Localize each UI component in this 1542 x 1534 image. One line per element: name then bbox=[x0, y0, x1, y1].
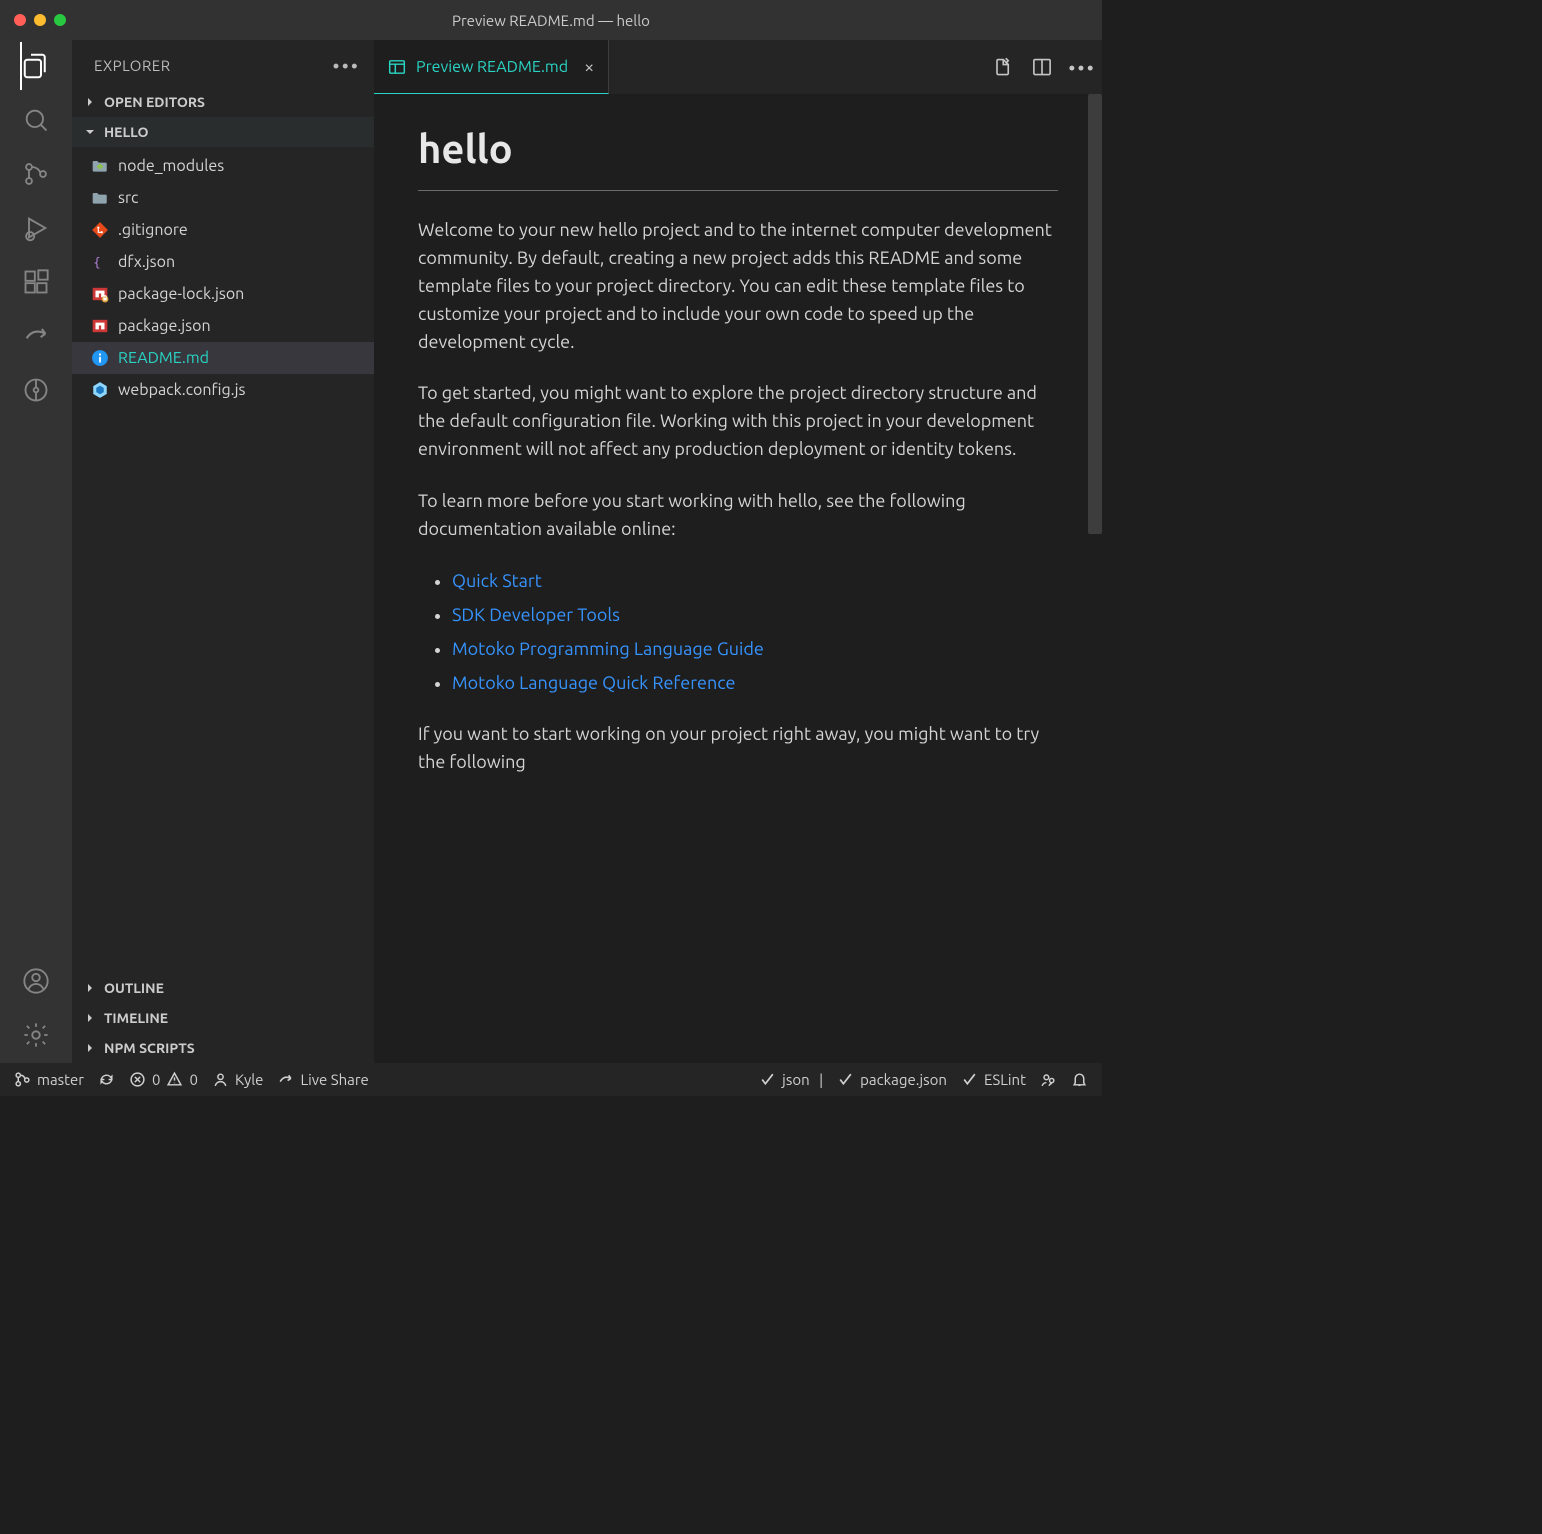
open-changes-icon[interactable] bbox=[982, 40, 1022, 94]
status-bar: master 0 0 Kyle Live Share json | packag… bbox=[0, 1063, 1102, 1096]
tree-item-label: node_modules bbox=[118, 157, 224, 175]
doc-link[interactable]: SDK Developer Tools bbox=[452, 605, 620, 625]
tree-item-label: package.json bbox=[118, 317, 211, 335]
list-item: Motoko Language Quick Reference bbox=[452, 670, 1058, 698]
share-icon[interactable] bbox=[20, 320, 52, 352]
explorer-icon[interactable] bbox=[20, 50, 52, 82]
status-warnings-count: 0 bbox=[189, 1071, 197, 1088]
tab-bar: Preview README.md × ••• bbox=[374, 40, 1102, 94]
section-npm-scripts[interactable]: NPM SCRIPTS bbox=[72, 1033, 374, 1063]
status-eslint-label: ESLint bbox=[984, 1071, 1026, 1088]
gitlens-icon[interactable] bbox=[20, 374, 52, 406]
source-control-icon[interactable] bbox=[20, 158, 52, 190]
status-bell-icon[interactable] bbox=[1071, 1071, 1088, 1088]
split-editor-icon[interactable] bbox=[1022, 40, 1062, 94]
section-timeline[interactable]: TIMELINE bbox=[72, 1003, 374, 1033]
sidebar: EXPLORER ••• OPEN EDITORS HELLO node_mod… bbox=[72, 40, 374, 1063]
status-liveshare[interactable]: Live Share bbox=[277, 1071, 368, 1088]
file-icon bbox=[90, 316, 110, 336]
status-json[interactable]: json | bbox=[759, 1071, 823, 1088]
tree-item-label: .gitignore bbox=[118, 221, 188, 239]
extensions-icon[interactable] bbox=[20, 266, 52, 298]
markdown-preview[interactable]: hello Welcome to your new hello project … bbox=[374, 94, 1102, 1063]
editor-area: Preview README.md × ••• hello Welcome to… bbox=[374, 40, 1102, 1063]
status-package-label: package.json bbox=[860, 1071, 947, 1088]
tab-more-icon[interactable]: ••• bbox=[1062, 40, 1102, 94]
status-json-label: json bbox=[782, 1071, 810, 1088]
vertical-scrollbar[interactable] bbox=[1088, 94, 1102, 534]
doc-link[interactable]: Motoko Language Quick Reference bbox=[452, 673, 735, 693]
search-icon[interactable] bbox=[20, 104, 52, 136]
list-item: Quick Start bbox=[452, 568, 1058, 596]
status-liveshare-label: Live Share bbox=[300, 1071, 368, 1088]
file-icon: { } bbox=[90, 252, 110, 272]
status-package[interactable]: package.json bbox=[837, 1071, 947, 1088]
activity-bar bbox=[0, 40, 72, 1063]
tree-item-label: README.md bbox=[118, 349, 209, 367]
file-icon bbox=[90, 220, 110, 240]
status-branch[interactable]: master bbox=[14, 1071, 84, 1088]
tree-item-label: webpack.config.js bbox=[118, 381, 245, 399]
status-errors-count: 0 bbox=[152, 1071, 160, 1088]
tree-item-package-json[interactable]: package.json bbox=[72, 310, 374, 342]
preview-p2: To get started, you might want to explor… bbox=[418, 380, 1058, 464]
file-tree: node_modulessrc .gitignore { } dfx.json pack… bbox=[72, 147, 374, 409]
tree-item--gitignore[interactable]: .gitignore bbox=[72, 214, 374, 246]
tree-item-readme-md[interactable]: README.md bbox=[72, 342, 374, 374]
section-open-editors[interactable]: OPEN EDITORS bbox=[72, 87, 374, 117]
status-feedback-icon[interactable] bbox=[1040, 1071, 1057, 1088]
file-icon bbox=[90, 348, 110, 368]
tab-close-icon[interactable]: × bbox=[584, 57, 594, 77]
status-eslint[interactable]: ESLint bbox=[961, 1071, 1026, 1088]
preview-icon bbox=[388, 58, 406, 76]
window-title: Preview README.md — hello bbox=[0, 12, 1102, 29]
file-icon bbox=[90, 156, 110, 176]
file-icon bbox=[90, 188, 110, 208]
section-open-editors-label: OPEN EDITORS bbox=[104, 94, 205, 110]
tree-item-label: src bbox=[118, 189, 138, 207]
status-sync[interactable] bbox=[98, 1071, 115, 1088]
status-user[interactable]: Kyle bbox=[212, 1071, 264, 1088]
section-timeline-label: TIMELINE bbox=[104, 1010, 168, 1026]
preview-p3: To learn more before you start working w… bbox=[418, 488, 1058, 544]
tree-item-label: dfx.json bbox=[118, 253, 175, 271]
svg-text:{ }: { } bbox=[93, 256, 109, 270]
sidebar-more-icon[interactable]: ••• bbox=[332, 54, 360, 77]
section-project-label: HELLO bbox=[104, 124, 149, 140]
preview-h1: hello bbox=[418, 118, 1058, 180]
section-npm-scripts-label: NPM SCRIPTS bbox=[104, 1040, 195, 1056]
file-icon bbox=[90, 284, 110, 304]
tree-item-webpack-config-js[interactable]: webpack.config.js bbox=[72, 374, 374, 406]
tree-item-label: package-lock.json bbox=[118, 285, 244, 303]
tree-item-dfx-json[interactable]: { } dfx.json bbox=[72, 246, 374, 278]
list-item: Motoko Programming Language Guide bbox=[452, 636, 1058, 664]
status-problems[interactable]: 0 0 bbox=[129, 1071, 198, 1088]
file-icon bbox=[90, 380, 110, 400]
tab-preview-readme[interactable]: Preview README.md × bbox=[374, 40, 609, 94]
doc-link[interactable]: Quick Start bbox=[452, 571, 542, 591]
section-outline-label: OUTLINE bbox=[104, 980, 164, 996]
status-branch-label: master bbox=[37, 1071, 84, 1088]
tree-item-package-lock-json[interactable]: package-lock.json bbox=[72, 278, 374, 310]
sidebar-title: EXPLORER bbox=[94, 57, 171, 74]
settings-gear-icon[interactable] bbox=[20, 1019, 52, 1051]
account-icon[interactable] bbox=[20, 965, 52, 997]
preview-p4: If you want to start working on your pro… bbox=[418, 721, 1058, 777]
section-outline[interactable]: OUTLINE bbox=[72, 973, 374, 1003]
status-separator: | bbox=[816, 1071, 823, 1088]
tree-item-node-modules[interactable]: node_modules bbox=[72, 150, 374, 182]
status-user-label: Kyle bbox=[235, 1071, 264, 1088]
list-item: SDK Developer Tools bbox=[452, 602, 1058, 630]
section-project[interactable]: HELLO bbox=[72, 117, 374, 147]
preview-links: Quick Start SDK Developer Tools Motoko Pro… bbox=[418, 568, 1058, 698]
tab-label: Preview README.md bbox=[416, 58, 568, 76]
preview-p1: Welcome to your new hello project and to… bbox=[418, 217, 1058, 356]
tree-item-src[interactable]: src bbox=[72, 182, 374, 214]
run-debug-icon[interactable] bbox=[20, 212, 52, 244]
doc-link[interactable]: Motoko Programming Language Guide bbox=[452, 639, 764, 659]
titlebar: Preview README.md — hello bbox=[0, 0, 1102, 40]
preview-rule bbox=[418, 190, 1058, 191]
